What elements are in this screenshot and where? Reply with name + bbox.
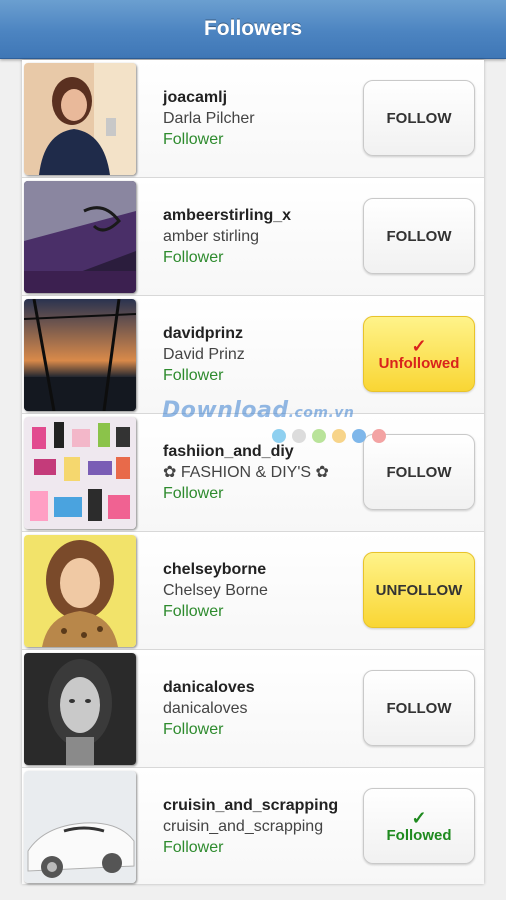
username: cruisin_and_scrapping (163, 797, 339, 814)
follow-button-label: FOLLOW (386, 463, 452, 481)
avatar[interactable] (24, 653, 136, 765)
avatar[interactable] (24, 771, 136, 883)
follow-button[interactable]: FOLLOW (363, 198, 475, 274)
follower-status: Follower (163, 721, 224, 738)
avatar[interactable] (24, 299, 136, 411)
follow-button[interactable]: FOLLOW (363, 434, 475, 510)
list-item[interactable]: ambeerstirling_x amber stirling Follower… (22, 178, 484, 296)
follower-status: Follower (163, 249, 224, 266)
full-name: David Prinz (163, 346, 245, 363)
full-name: cruisin_and_scrapping (163, 818, 324, 835)
list-item[interactable]: danicaloves danicaloves Follower FOLLOW (22, 650, 484, 768)
full-name: Chelsey Borne (163, 582, 268, 599)
username: danicaloves (163, 679, 255, 696)
list-item[interactable]: davidprinz David Prinz Follower ✓ Unfoll… (22, 296, 484, 414)
unfollowed-button[interactable]: ✓ Unfollowed (363, 316, 475, 392)
page-title: Followers (203, 17, 303, 40)
list-item[interactable]: fashiion_and_diy ✿ FASHION & DIY'S ✿ Fol… (22, 414, 484, 532)
app-header: Followers (0, 0, 506, 59)
follow-button-label: FOLLOW (386, 109, 452, 127)
full-name: Darla Pilcher (163, 110, 255, 127)
avatar[interactable] (24, 63, 136, 175)
avatar[interactable] (24, 181, 136, 293)
follower-status: Follower (163, 367, 224, 384)
username: davidprinz (163, 325, 244, 342)
follower-status: Follower (163, 485, 224, 502)
username: fashiion_and_diy (163, 443, 294, 460)
follower-status: Follower (163, 131, 224, 148)
followers-list: joacamlj Darla Pilcher Follower FOLLOW a… (22, 60, 484, 884)
avatar[interactable] (24, 417, 136, 529)
followed-button-label: Followed (386, 826, 452, 844)
unfollow-button[interactable]: UNFOLLOW (363, 552, 475, 628)
full-name: ✿ FASHION & DIY'S ✿ (163, 464, 329, 481)
check-icon: ✓ (411, 335, 427, 356)
username: ambeerstirling_x (163, 207, 292, 224)
list-item[interactable]: cruisin_and_scrapping cruisin_and_scrapp… (22, 768, 484, 884)
check-icon: ✓ (411, 807, 427, 828)
full-name: danicaloves (163, 700, 248, 717)
follow-button[interactable]: FOLLOW (363, 80, 475, 156)
follow-button-label: FOLLOW (386, 227, 452, 245)
followed-button[interactable]: ✓ Followed (363, 788, 475, 864)
username: chelseyborne (163, 561, 267, 578)
follow-button[interactable]: FOLLOW (363, 670, 475, 746)
list-item[interactable]: chelseyborne Chelsey Borne Follower UNFO… (22, 532, 484, 650)
follower-status: Follower (163, 603, 224, 620)
list-item[interactable]: joacamlj Darla Pilcher Follower FOLLOW (22, 60, 484, 178)
unfollow-button-label: UNFOLLOW (375, 581, 463, 599)
full-name: amber stirling (163, 228, 260, 245)
avatar[interactable] (24, 535, 136, 647)
follow-button-label: FOLLOW (386, 699, 452, 717)
follower-status: Follower (163, 839, 224, 856)
unfollowed-button-label: Unfollowed (378, 354, 460, 372)
username: joacamlj (163, 89, 228, 106)
